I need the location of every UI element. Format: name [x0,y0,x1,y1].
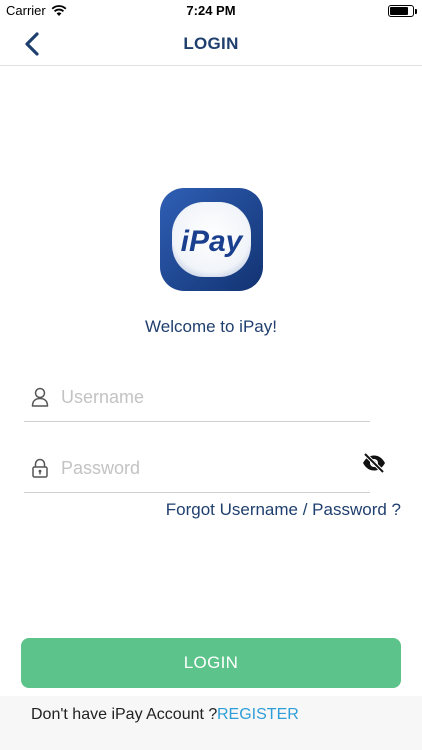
status-time: 7:24 PM [186,3,236,18]
register-link[interactable]: REGISTER [217,706,299,724]
password-field [24,443,370,493]
welcome-message: Welcome to iPay! [145,317,277,336]
battery-level [390,7,408,15]
eye-slash-icon[interactable] [361,451,387,475]
logo-text: iPay [181,225,244,258]
username-field [24,372,370,422]
register-row: Don't have iPay Account ? REGISTER [0,696,422,750]
page-title: LOGIN [183,34,239,53]
lock-icon [32,458,48,478]
status-bar: Carrier 7:24 PM [0,0,422,22]
forgot-credentials-link[interactable]: Forgot Username / Password ? [166,500,401,520]
user-icon [31,387,49,407]
register-question: Don't have iPay Account ? [31,706,218,723]
username-input[interactable] [61,382,341,412]
navigation-bar: LOGIN [0,22,422,66]
password-input[interactable] [61,453,341,483]
battery-icon [388,5,417,17]
login-button[interactable]: LOGIN [21,638,401,688]
ipay-logo: iPay [160,188,263,291]
